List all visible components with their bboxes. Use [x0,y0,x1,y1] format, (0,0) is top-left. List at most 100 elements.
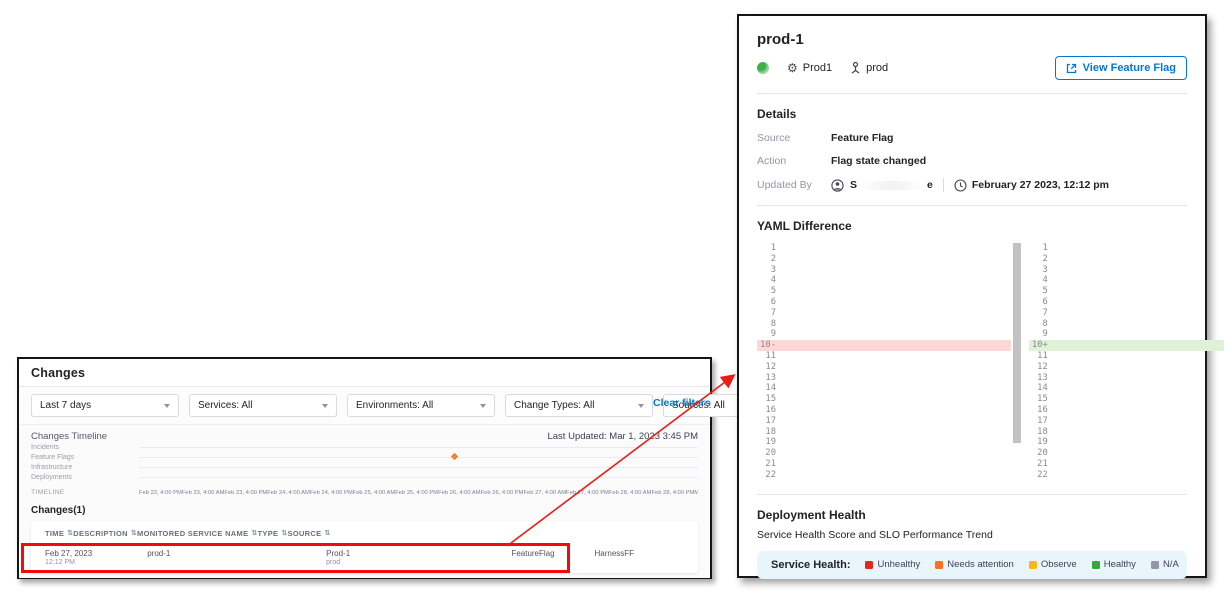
updated-by-label: Updated By [757,179,831,191]
line-number: 15 [757,394,783,405]
service-ref[interactable]: ⚙ Prod1 [787,62,832,74]
chevron-down-icon [480,404,486,408]
timeline-track [139,467,698,468]
timeline-tick: Feb 23, 4:00 PM [224,490,267,496]
code-text: - identifier: "true" [1055,470,1224,481]
timeline-row: Feature Flags [31,452,698,462]
code-text: variationMap: null [1055,351,1224,362]
code-line: 10+ state: "off" [1029,340,1224,351]
code-text: identifier: prod1 [783,362,1011,373]
timeline-rows: Incidents Feature Flags Infrastructure [31,442,698,482]
service-ref-label: Prod1 [803,62,832,74]
line-number: 9 [1029,329,1055,340]
code-line: 9 rules: [] [757,329,1011,340]
filter-dropdown[interactable]: Services: All [189,394,337,417]
legend-item: Needs attention [935,559,1014,570]
filter-dropdown[interactable]: Change Types: All [505,394,653,417]
view-feature-flag-button[interactable]: View Feature Flag [1055,56,1187,80]
line-number: 12 [1029,362,1055,373]
code-line: 22 - identifier: "true" [757,470,1011,481]
line-number: 5 [1029,286,1055,297]
column-header-label: TIME [45,529,64,538]
code-line: 2 defaultOffVariation: "false" [757,254,1011,265]
view-feature-flag-label: View Feature Flag [1083,62,1176,74]
chevron-down-icon [322,404,328,408]
external-link-icon [1066,63,1077,74]
timeline-tick: Feb 26, 4:00 AM [438,490,481,496]
timeline-track [139,447,698,448]
legend-item-label: Healthy [1104,559,1136,570]
filter-dropdown[interactable]: Last 7 days [31,394,179,417]
code-text: name: prod-1 [1055,383,1224,394]
vertical-divider [943,178,944,192]
page-title: prod-1 [757,31,1187,48]
change-event-marker[interactable] [451,452,458,459]
changes-panel-title: Changes [19,359,710,387]
timeline-row-label: Feature Flags [31,454,139,461]
line-number: 13 [757,373,783,384]
code-text: tags: [] [783,448,1011,459]
column-header[interactable]: SOURCE ⇅ [288,529,331,538]
code-text: prerequisites: [] [1055,427,1224,438]
environment-ref[interactable]: prod [850,62,888,74]
column-header[interactable]: TIME ⇅ [45,529,73,538]
code-text: environment: prod [1055,308,1224,319]
code-text: permanent: false [1055,416,1224,427]
code-line: 19 project: SRM_Docs [757,437,1011,448]
code-line: 20 tags: [] [1029,448,1224,459]
filter-dropdown[interactable]: Environments: All [347,394,495,417]
column-header[interactable]: DESCRIPTION ⇅ [73,529,137,538]
line-number: 20 [1029,448,1055,459]
code-text: variation: "true" [1055,297,1224,308]
legend-swatch [1151,561,1159,569]
code-text: project: SRM_Docs [783,437,1011,448]
code-text: tags: [] [1055,448,1224,459]
changes-count-label: Changes(1) [31,505,698,516]
timeline-tick: Feb 27, 4:00 AM [523,490,566,496]
line-number: 19 [757,437,783,448]
timeline-tick: Mar 1, 4:00 AM [694,490,698,496]
updated-timestamp: February 27 2023, 12:12 pm [972,179,1109,191]
line-number: 17 [1029,416,1055,427]
code-line: 14 name: prod-1 [1029,383,1224,394]
details-heading: Details [757,107,1187,121]
detail-header-row: ⚙ Prod1 prod View Feature Flag [757,56,1187,80]
line-number: 12 [757,362,783,373]
line-number: 9 [757,329,783,340]
line-number: 3 [757,265,783,276]
line-number: 7 [757,308,783,319]
column-header[interactable]: TYPE ⇅ [258,529,288,538]
legend-item: Observe [1029,559,1077,570]
line-number: 18 [1029,427,1055,438]
legend-item-label: Needs attention [947,559,1014,570]
code-line: 16 - sudheendra.katte@harness.io [1029,405,1224,416]
line-number: 21 [757,459,783,470]
legend-item: Healthy [1092,559,1136,570]
line-number: 2 [757,254,783,265]
code-line: 3 defaultOnVariation: "true" [757,265,1011,276]
code-lines: 1 archived: false 2 defaultOffVariation:… [1029,243,1224,481]
timeline-tick: Feb 22, 4:00 PM [139,490,182,496]
redacted-name [863,181,921,190]
sort-icon[interactable]: ⇅ [324,529,330,538]
line-number: 4 [757,275,783,286]
code-line: 13 kind: boolean [757,373,1011,384]
code-line: 8 offVariation: "false" [757,319,1011,330]
legend-item: Unhealthy [865,559,920,570]
code-text: defaultOffVariation: "false" [1055,254,1224,265]
scrollbar-thumb[interactable] [1013,243,1021,443]
filter-dropdown-value: Services: All [198,400,252,411]
last-updated-text: Last Updated: Mar 1, 2023 3:45 PM [547,431,698,442]
column-header[interactable]: MONITORED SERVICE NAME ⇅ [137,529,258,538]
line-number: 4 [1029,275,1055,286]
timeline-row: Infrastructure [31,462,698,472]
legend-swatch [1092,561,1100,569]
clear-filters-link[interactable]: Clear filters [653,397,711,409]
line-number: 14 [1029,383,1055,394]
line-number: 11 [757,351,783,362]
column-header-label: SOURCE [288,529,322,538]
code-text: - sudheendra.katte@harness.io [1055,405,1224,416]
action-label: Action [757,155,831,167]
legend-item-label: N/A [1163,559,1179,570]
health-status-icon [757,62,769,74]
